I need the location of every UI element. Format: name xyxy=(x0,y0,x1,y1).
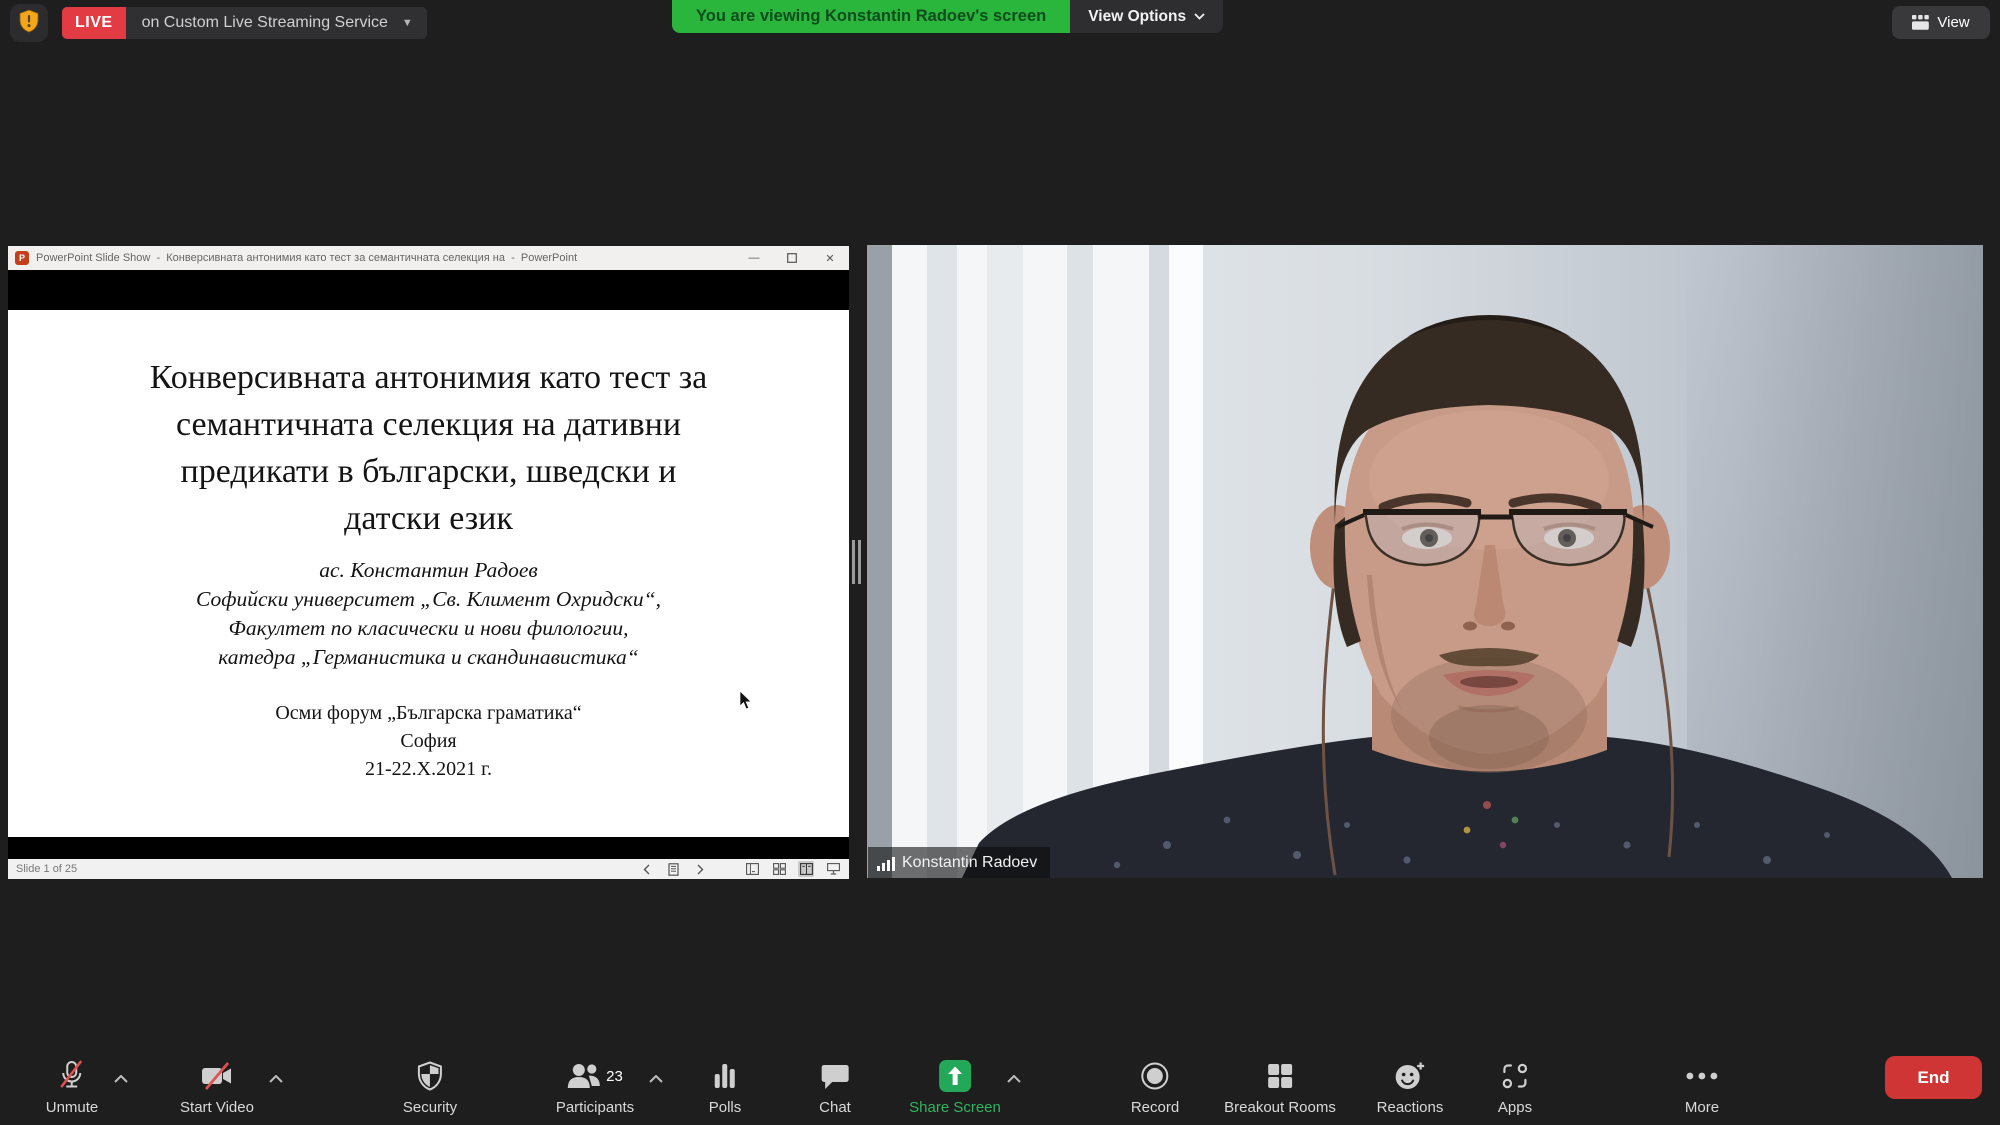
start-video-label: Start Video xyxy=(180,1099,254,1116)
breakout-rooms-label: Breakout Rooms xyxy=(1224,1099,1336,1116)
viewing-status-text: You are viewing Konstantin Radoev's scre… xyxy=(672,0,1070,33)
powerpoint-app-icon: P xyxy=(15,251,29,265)
more-button[interactable]: More xyxy=(1685,1058,1719,1116)
view-button[interactable]: View xyxy=(1892,6,1990,39)
meeting-toolbar: Unmute Start Video xyxy=(0,1040,2000,1125)
powerpoint-titlebar: P PowerPoint Slide Show - Конверсивната … xyxy=(8,246,849,270)
live-badge: LIVE xyxy=(62,7,126,39)
security-button[interactable]: Security xyxy=(403,1058,457,1116)
window-title: PowerPoint Slide Show - Конверсивната ан… xyxy=(36,252,577,264)
previous-slide-button[interactable] xyxy=(638,861,654,877)
slide-counter: Slide 1 of 25 xyxy=(16,863,77,875)
unmute-label: Unmute xyxy=(46,1099,99,1116)
camera-off-icon xyxy=(200,1061,234,1091)
participants-icon xyxy=(567,1062,601,1090)
breakout-rooms-icon xyxy=(1266,1062,1294,1090)
maximize-icon xyxy=(787,253,797,263)
apps-icon xyxy=(1501,1062,1529,1090)
end-meeting-button[interactable]: End xyxy=(1885,1056,1982,1099)
next-slide-button[interactable] xyxy=(692,861,708,877)
record-button[interactable]: Record xyxy=(1131,1058,1179,1116)
powerpoint-statusbar: Slide 1 of 25 xyxy=(8,859,849,879)
slide-sorter-view-button[interactable] xyxy=(771,861,787,877)
chevron-down-icon xyxy=(1194,13,1205,20)
slide-footer-block: Осми форум „Българска граматика“ София 2… xyxy=(8,699,849,783)
view-button-label: View xyxy=(1937,14,1969,31)
close-button[interactable]: ✕ xyxy=(811,246,849,270)
pen-menu-button[interactable] xyxy=(665,861,681,877)
security-warning-button[interactable] xyxy=(10,4,48,42)
unmute-button[interactable]: Unmute xyxy=(46,1058,99,1116)
video-options-chevron[interactable] xyxy=(269,1070,283,1088)
audio-options-chevron[interactable] xyxy=(114,1070,128,1088)
breakout-rooms-button[interactable]: Breakout Rooms xyxy=(1224,1058,1336,1116)
slide-1: Конверсивната антонимия като тест за сем… xyxy=(8,310,849,837)
minimize-button[interactable]: — xyxy=(735,246,773,270)
start-video-button[interactable]: Start Video xyxy=(180,1058,254,1116)
slide-title: Конверсивната антонимия като тест за сем… xyxy=(8,354,849,542)
reactions-icon xyxy=(1394,1061,1426,1091)
more-label: More xyxy=(1685,1099,1719,1116)
participants-label: Participants xyxy=(556,1099,634,1116)
live-stream-label: on Custom Live Streaming Service xyxy=(126,14,402,32)
chat-button[interactable]: Chat xyxy=(819,1058,851,1116)
slide-author-block: ас. Константин Радоев Софийски университ… xyxy=(8,556,849,672)
share-screen-button[interactable]: Share Screen xyxy=(909,1058,1001,1116)
security-label: Security xyxy=(403,1099,457,1116)
share-screen-icon xyxy=(938,1059,972,1093)
slideshow-view-button[interactable] xyxy=(825,861,841,877)
zoom-meeting-window: LIVE on Custom Live Streaming Service ▼ … xyxy=(0,0,2000,1125)
apps-label: Apps xyxy=(1498,1099,1532,1116)
chat-label: Chat xyxy=(819,1099,851,1116)
connection-signal-icon xyxy=(877,855,895,871)
warning-shield-icon xyxy=(18,9,40,38)
layout-split-handle[interactable] xyxy=(852,540,862,584)
reading-view-button[interactable] xyxy=(798,861,814,877)
participants-button[interactable]: 23 Participants xyxy=(556,1058,634,1116)
record-icon xyxy=(1140,1061,1170,1091)
polls-icon xyxy=(712,1062,738,1090)
reactions-label: Reactions xyxy=(1377,1099,1444,1116)
view-options-label: View Options xyxy=(1088,8,1186,26)
more-dots-icon xyxy=(1685,1071,1719,1081)
microphone-muted-icon xyxy=(57,1060,87,1092)
participants-chevron[interactable] xyxy=(649,1070,663,1088)
maximize-button[interactable] xyxy=(773,246,811,270)
share-screen-label: Share Screen xyxy=(909,1099,1001,1116)
security-shield-icon xyxy=(417,1061,443,1091)
participant-name: Konstantin Radoev xyxy=(902,854,1037,872)
slideshow-area: Конверсивната антонимия като тест за сем… xyxy=(8,270,849,859)
participant-video-portrait xyxy=(867,245,1983,878)
polls-button[interactable]: Polls xyxy=(709,1058,742,1116)
powerpoint-window: P PowerPoint Slide Show - Конверсивната … xyxy=(8,246,849,879)
live-stream-dropdown[interactable]: LIVE on Custom Live Streaming Service ▼ xyxy=(62,7,427,39)
participant-video-tile: Konstantin Radoev xyxy=(867,245,1983,878)
chat-icon xyxy=(821,1062,849,1090)
chevron-down-icon: ▼ xyxy=(402,17,427,29)
polls-label: Polls xyxy=(709,1099,742,1116)
screen-share-banner: You are viewing Konstantin Radoev's scre… xyxy=(672,0,1223,33)
participants-count: 23 xyxy=(606,1068,623,1085)
record-label: Record xyxy=(1131,1099,1179,1116)
participant-name-tag: Konstantin Radoev xyxy=(868,847,1050,878)
apps-button[interactable]: Apps xyxy=(1498,1058,1532,1116)
view-options-dropdown[interactable]: View Options xyxy=(1070,0,1223,33)
reactions-button[interactable]: Reactions xyxy=(1377,1058,1444,1116)
share-options-chevron[interactable] xyxy=(1007,1070,1021,1088)
normal-view-button[interactable] xyxy=(744,861,760,877)
gallery-view-icon xyxy=(1912,15,1929,30)
